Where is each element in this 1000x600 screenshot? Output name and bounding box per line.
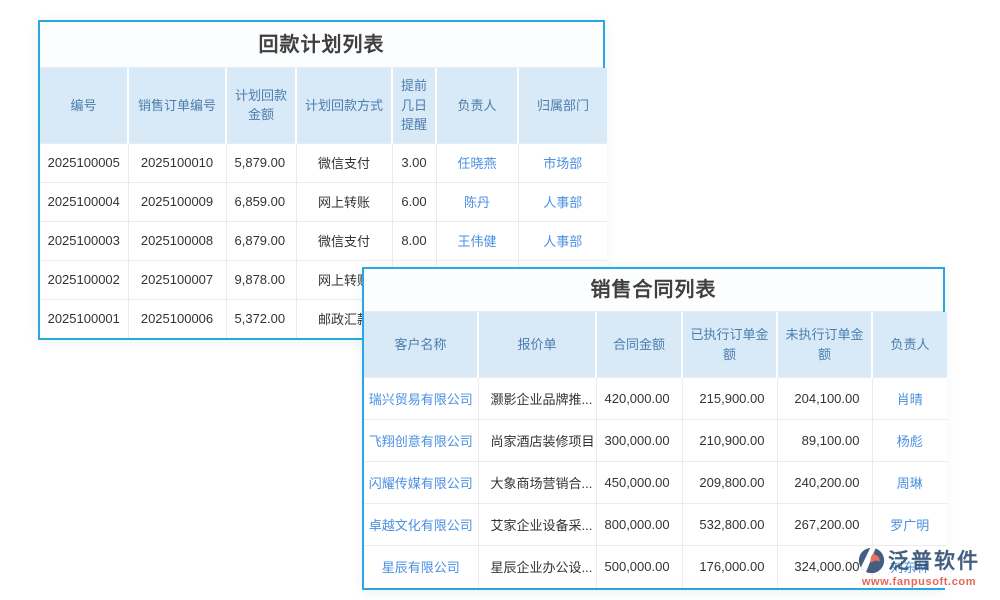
cell-quote: 星辰企业办公设...	[478, 546, 596, 588]
cell-amount: 5,372.00	[226, 299, 296, 338]
cell-unexecuted-amount: 240,200.00	[777, 462, 872, 504]
cell-plan-id: 2025100001	[40, 299, 128, 338]
payment-plan-header-row: 编号 销售订单编号 计划回款金额 计划回款方式 提前几日提醒 负责人 归属部门	[40, 68, 607, 143]
customer-link[interactable]: 卓越文化有限公司	[364, 504, 478, 546]
table-row: 瑞兴贸易有限公司 灏影企业品牌推... 420,000.00 215,900.0…	[364, 378, 947, 420]
cell-remind-days: 8.00	[392, 221, 436, 260]
owner-link[interactable]: 肖晴	[872, 378, 947, 420]
table-row: 飞翔创意有限公司 尚家酒店装修项目 300,000.00 210,900.00 …	[364, 420, 947, 462]
cell-unexecuted-amount: 204,100.00	[777, 378, 872, 420]
table-row: 2025100004 2025100009 6,859.00 网上转账 6.00…	[40, 182, 607, 221]
table-row: 2025100003 2025100008 6,879.00 微信支付 8.00…	[40, 221, 607, 260]
cell-order-id: 2025100006	[128, 299, 226, 338]
cell-method: 微信支付	[296, 143, 392, 182]
owner-link[interactable]: 王伟健	[436, 221, 518, 260]
cell-amount: 9,878.00	[226, 260, 296, 299]
column-header-owner: 负责人	[872, 312, 947, 378]
cell-plan-id: 2025100003	[40, 221, 128, 260]
column-header-amount: 计划回款金额	[226, 68, 296, 143]
cell-contract-amount: 500,000.00	[596, 546, 682, 588]
customer-link[interactable]: 闪耀传媒有限公司	[364, 462, 478, 504]
column-header-order-id: 销售订单编号	[128, 68, 226, 143]
column-header-contract-amount: 合同金额	[596, 312, 682, 378]
cell-amount: 5,879.00	[226, 143, 296, 182]
cell-executed-amount: 209,800.00	[682, 462, 777, 504]
department-link[interactable]: 人事部	[518, 182, 607, 221]
cell-quote: 尚家酒店装修项目	[478, 420, 596, 462]
table-row: 星辰有限公司 星辰企业办公设... 500,000.00 176,000.00 …	[364, 546, 947, 588]
owner-link[interactable]: 罗广明	[872, 504, 947, 546]
cell-plan-id: 2025100002	[40, 260, 128, 299]
table-row: 卓越文化有限公司 艾家企业设备采... 800,000.00 532,800.0…	[364, 504, 947, 546]
payment-plan-title: 回款计划列表	[40, 22, 603, 68]
page: { "colors": { "panel_border": "#2aa7df",…	[0, 0, 1000, 600]
cell-quote: 灏影企业品牌推...	[478, 378, 596, 420]
owner-link[interactable]: 杨彪	[872, 420, 947, 462]
column-header-quote: 报价单	[478, 312, 596, 378]
department-link[interactable]: 人事部	[518, 221, 607, 260]
cell-contract-amount: 300,000.00	[596, 420, 682, 462]
cell-order-id: 2025100007	[128, 260, 226, 299]
sales-contract-table-panel: 销售合同列表 客户名称 报价单 合同金额 已执行订单金额 未执行订单金额 负责人…	[362, 267, 945, 590]
cell-contract-amount: 420,000.00	[596, 378, 682, 420]
cell-amount: 6,879.00	[226, 221, 296, 260]
cell-remind-days: 3.00	[392, 143, 436, 182]
cell-executed-amount: 176,000.00	[682, 546, 777, 588]
cell-plan-id: 2025100004	[40, 182, 128, 221]
column-header-method: 计划回款方式	[296, 68, 392, 143]
column-header-remind-days: 提前几日提醒	[392, 68, 436, 143]
cell-quote: 大象商场营销合...	[478, 462, 596, 504]
column-header-id: 编号	[40, 68, 128, 143]
owner-link[interactable]: 周琳	[872, 462, 947, 504]
column-header-unexecuted-amount: 未执行订单金额	[777, 312, 872, 378]
cell-unexecuted-amount: 267,200.00	[777, 504, 872, 546]
column-header-executed-amount: 已执行订单金额	[682, 312, 777, 378]
column-header-customer: 客户名称	[364, 312, 478, 378]
cell-executed-amount: 215,900.00	[682, 378, 777, 420]
sales-contract-table: 客户名称 报价单 合同金额 已执行订单金额 未执行订单金额 负责人 瑞兴贸易有限…	[364, 312, 947, 588]
cell-plan-id: 2025100005	[40, 143, 128, 182]
cell-method: 微信支付	[296, 221, 392, 260]
cell-contract-amount: 450,000.00	[596, 462, 682, 504]
cell-order-id: 2025100009	[128, 182, 226, 221]
cell-contract-amount: 800,000.00	[596, 504, 682, 546]
owner-link[interactable]: 任晓燕	[436, 143, 518, 182]
customer-link[interactable]: 飞翔创意有限公司	[364, 420, 478, 462]
table-row: 闪耀传媒有限公司 大象商场营销合... 450,000.00 209,800.0…	[364, 462, 947, 504]
cell-unexecuted-amount: 324,000.00	[777, 546, 872, 588]
cell-method: 网上转账	[296, 182, 392, 221]
cell-executed-amount: 210,900.00	[682, 420, 777, 462]
sales-contract-title: 销售合同列表	[364, 269, 943, 312]
cell-executed-amount: 532,800.00	[682, 504, 777, 546]
owner-link[interactable]: 陈丹	[436, 182, 518, 221]
sales-contract-header-row: 客户名称 报价单 合同金额 已执行订单金额 未执行订单金额 负责人	[364, 312, 947, 378]
cell-order-id: 2025100008	[128, 221, 226, 260]
customer-link[interactable]: 瑞兴贸易有限公司	[364, 378, 478, 420]
cell-remind-days: 6.00	[392, 182, 436, 221]
cell-quote: 艾家企业设备采...	[478, 504, 596, 546]
column-header-owner: 负责人	[436, 68, 518, 143]
table-row: 2025100005 2025100010 5,879.00 微信支付 3.00…	[40, 143, 607, 182]
customer-link[interactable]: 星辰有限公司	[364, 546, 478, 588]
cell-order-id: 2025100010	[128, 143, 226, 182]
department-link[interactable]: 市场部	[518, 143, 607, 182]
cell-amount: 6,859.00	[226, 182, 296, 221]
cell-unexecuted-amount: 89,100.00	[777, 420, 872, 462]
owner-link[interactable]: 刘东林	[872, 546, 947, 588]
column-header-dept: 归属部门	[518, 68, 607, 143]
